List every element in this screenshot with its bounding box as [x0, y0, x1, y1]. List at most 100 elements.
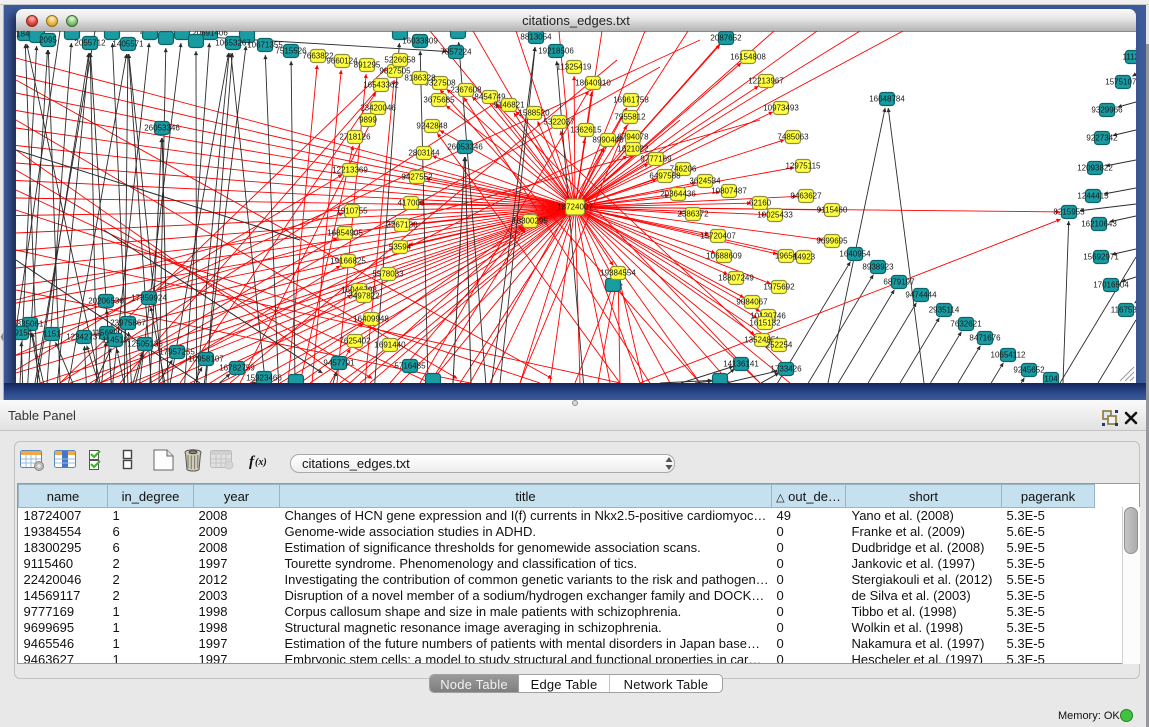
- svg-text:15720407: 15720407: [700, 231, 736, 240]
- svg-text:18640910: 18640910: [575, 78, 611, 87]
- svg-text:10807487: 10807487: [711, 186, 747, 195]
- svg-text:18724007: 18724007: [557, 202, 593, 211]
- svg-text:1691440: 1691440: [374, 340, 406, 349]
- svg-text:11325419: 11325419: [557, 62, 593, 71]
- svg-text:9699695: 9699695: [816, 236, 848, 245]
- svg-text:16854905: 16854905: [327, 228, 363, 237]
- svg-text:8215955: 8215955: [1053, 207, 1085, 216]
- svg-text:15751074: 15751074: [1105, 77, 1136, 86]
- svg-text:9427552: 9427552: [401, 172, 433, 181]
- svg-text:1167533: 1167533: [1111, 305, 1136, 314]
- svg-text:1244415: 1244415: [1077, 191, 1109, 200]
- svg-text:1910755: 1910755: [336, 206, 368, 215]
- svg-text:1362615: 1362615: [570, 125, 602, 134]
- svg-text:7955812: 7955812: [614, 112, 646, 121]
- svg-text:8471676: 8471676: [969, 333, 1001, 342]
- svg-text:10654112: 10654112: [991, 350, 1027, 359]
- svg-text:19218506: 19218506: [538, 46, 574, 55]
- svg-text:12975115: 12975115: [786, 161, 822, 170]
- svg-text:7632621: 7632621: [950, 319, 982, 328]
- svg-text:2087652: 2087652: [710, 33, 742, 42]
- svg-text:14136141: 14136141: [723, 359, 759, 368]
- svg-text:2718126: 2718126: [339, 132, 371, 141]
- svg-text:1151: 1151: [43, 329, 61, 338]
- svg-text:1615132: 1615132: [749, 318, 781, 327]
- svg-text:2803144: 2803144: [408, 148, 440, 157]
- svg-text:10688609: 10688609: [706, 251, 742, 260]
- svg-text:12342737: 12342737: [66, 332, 102, 341]
- svg-text:9463627: 9463627: [790, 191, 822, 200]
- svg-text:9329966: 9329966: [1091, 105, 1123, 114]
- svg-text:23420046: 23420046: [360, 103, 396, 112]
- svg-text:19384554: 19384554: [600, 268, 636, 277]
- svg-text:2095: 2095: [39, 35, 57, 44]
- svg-text:9115460: 9115460: [817, 205, 848, 214]
- svg-text:1733426: 1733426: [770, 364, 802, 373]
- svg-text:16648784: 16648784: [869, 94, 905, 103]
- svg-text:8813054: 8813054: [520, 32, 552, 41]
- svg-text:6879197: 6879197: [883, 277, 915, 286]
- svg-text:(x): (x): [255, 457, 267, 468]
- svg-text:9457791: 9457791: [323, 358, 355, 367]
- svg-text:17016504: 17016504: [1093, 280, 1129, 289]
- svg-text:7625402: 7625402: [339, 336, 371, 345]
- svg-text:10653267: 10653267: [215, 38, 251, 47]
- svg-text:12505135: 12505135: [127, 339, 163, 348]
- svg-text:18300295: 18300295: [512, 216, 548, 225]
- svg-text:26053346: 26053346: [447, 142, 483, 151]
- svg-text:16782759: 16782759: [219, 363, 255, 372]
- svg-text:11128: 11128: [1122, 52, 1136, 61]
- svg-text:2386372: 2386372: [677, 209, 709, 218]
- svg-text:2935114: 2935114: [929, 305, 960, 314]
- svg-text:20206536: 20206536: [88, 296, 124, 305]
- svg-text:8186328: 8186328: [404, 73, 436, 82]
- svg-text:10973493: 10973493: [763, 103, 799, 112]
- svg-text:2055712: 2055712: [74, 38, 106, 47]
- svg-text:23975867: 23975867: [110, 318, 146, 327]
- svg-text:7485063: 7485063: [777, 132, 809, 141]
- svg-text:16961758: 16961758: [613, 95, 649, 104]
- svg-text:8938923: 8938923: [862, 262, 894, 271]
- svg-text:1621022: 1621022: [617, 144, 649, 153]
- svg-text:12213967: 12213967: [748, 76, 784, 85]
- svg-text:891295: 891295: [354, 60, 381, 69]
- svg-text:9474444: 9474444: [905, 290, 937, 299]
- svg-text:16210643: 16210643: [1081, 219, 1117, 228]
- svg-text:3624534: 3624534: [689, 176, 721, 185]
- svg-text:16543362: 16543362: [363, 80, 399, 89]
- svg-text:1640954: 1640954: [839, 249, 871, 258]
- svg-text:16154808: 16154808: [730, 52, 766, 61]
- svg-text:3497822: 3497822: [348, 291, 380, 300]
- svg-text:15923466: 15923466: [246, 373, 282, 382]
- svg-text:15692971: 15692971: [1083, 252, 1119, 261]
- svg-text:18807249: 18807249: [718, 273, 754, 282]
- svg-text:417006: 417006: [398, 198, 425, 207]
- svg-text:10958107: 10958107: [188, 354, 224, 363]
- svg-text:9242848: 9242848: [416, 121, 448, 130]
- svg-text:6497568: 6497568: [649, 171, 681, 180]
- svg-text:12093822: 12093822: [1077, 163, 1113, 172]
- svg-text:39154: 39154: [16, 328, 33, 337]
- svg-text:1588520: 1588520: [518, 108, 550, 117]
- svg-text:16409948: 16409948: [353, 314, 389, 323]
- svg-text:104: 104: [1044, 374, 1058, 383]
- svg-text:10025433: 10025433: [757, 210, 793, 219]
- svg-text:16033809: 16033809: [402, 36, 438, 45]
- svg-text:12213369: 12213369: [332, 165, 368, 174]
- svg-text:9777169: 9777169: [640, 154, 672, 163]
- svg-text:5716485: 5716485: [394, 361, 426, 370]
- svg-text:20364436: 20364436: [660, 189, 696, 198]
- svg-text:19166825: 19166825: [330, 256, 366, 265]
- svg-text:5578033: 5578033: [372, 269, 404, 278]
- svg-text:26053346: 26053346: [144, 123, 180, 132]
- svg-text:3675685: 3675685: [423, 95, 455, 104]
- svg-text:3267130: 3267130: [386, 220, 418, 229]
- svg-text:53594: 53594: [389, 242, 412, 251]
- svg-text:14923: 14923: [793, 252, 816, 261]
- svg-text:17359924: 17359924: [131, 293, 167, 302]
- svg-text:9899: 9899: [359, 115, 377, 124]
- svg-text:9084067: 9084067: [736, 297, 768, 306]
- svg-text:1405571: 1405571: [112, 39, 144, 48]
- svg-text:9245652: 9245652: [1013, 365, 1045, 374]
- svg-text:114519: 114519: [102, 335, 129, 344]
